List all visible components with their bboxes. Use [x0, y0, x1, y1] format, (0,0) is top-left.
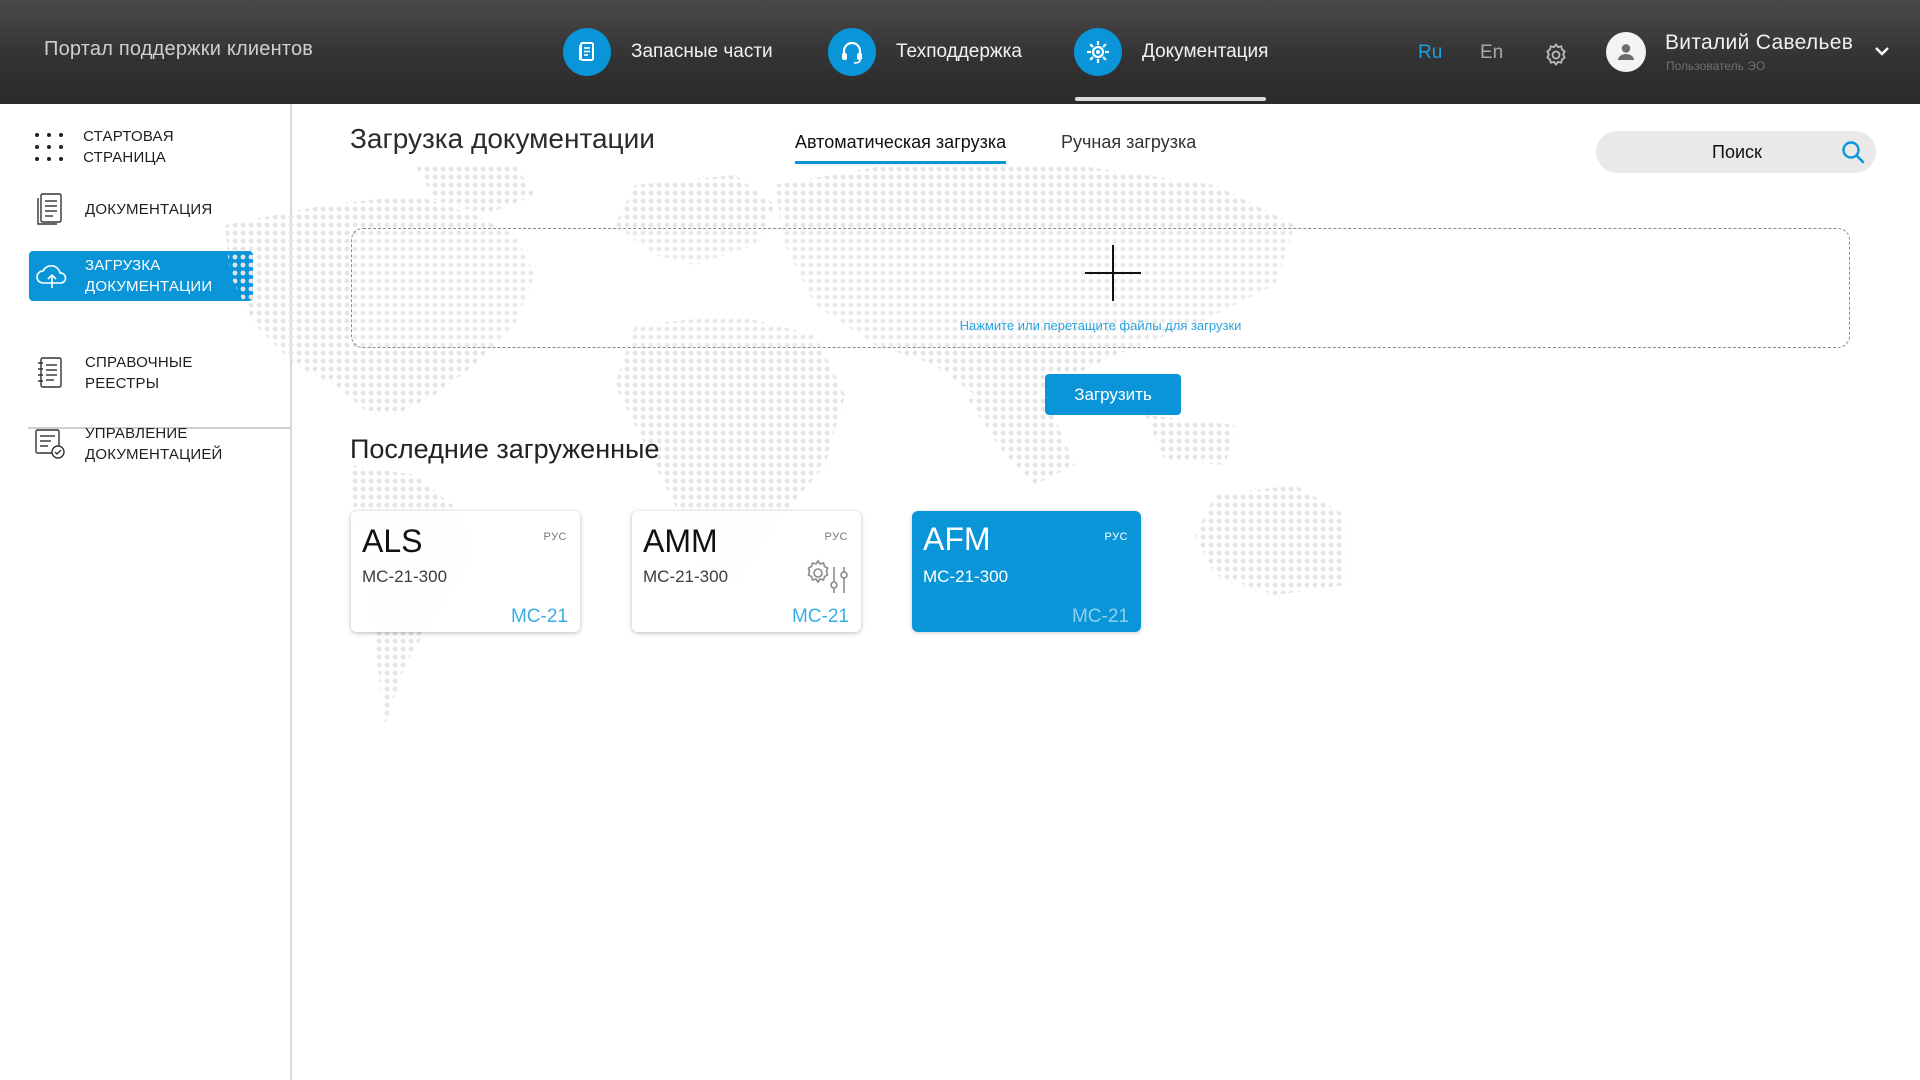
user-icon	[1618, 44, 1634, 60]
nav-spare-parts[interactable]: Запасные части	[563, 28, 773, 76]
sidebar-item-label: ДОКУМЕНТАЦИЯ	[85, 200, 213, 218]
document-card-als[interactable]: ALS РУС МС-21-300 МС-21	[351, 511, 580, 632]
nav-tech-support[interactable]: Техподдержка	[828, 28, 1022, 76]
sidebar-item-label: СТАРТОВАЯ СТРАНИЦА	[83, 128, 174, 166]
tab-manual-upload[interactable]: Ручная загрузка	[1061, 132, 1196, 153]
page-title: Загрузка документации	[350, 123, 655, 154]
active-nav-indicator	[1075, 97, 1266, 101]
document-icon	[563, 28, 611, 76]
user-role: Пользователь ЭО	[1666, 59, 1766, 73]
recent-uploads-title: Последние загруженные	[350, 434, 660, 464]
card-model: МС-21-300	[362, 567, 448, 586]
upload-button[interactable]: Загрузить	[1045, 374, 1181, 415]
nav-documentation-label: Документация	[1142, 41, 1269, 62]
card-family: МС-21	[510, 606, 568, 627]
settings-gear-icon[interactable]	[1543, 42, 1569, 68]
dropzone-hint: Нажмите или перетащите файлы для загрузк…	[959, 318, 1242, 333]
tab-automatic-upload[interactable]: Автоматическая загрузка	[795, 132, 1007, 164]
search-icon[interactable]	[1840, 139, 1866, 165]
gear-settings-icon	[807, 559, 848, 593]
registry-icon	[29, 352, 71, 394]
nav-documentation[interactable]: Документация	[1074, 28, 1268, 76]
card-family: МС-21	[1071, 606, 1129, 627]
card-family: МС-21	[791, 606, 849, 627]
doc-management-icon	[29, 423, 71, 465]
label-line-1: СПРАВОЧНЫЕ	[85, 354, 193, 371]
user-avatar[interactable]	[1606, 32, 1646, 72]
search-input[interactable]: Поиск	[1596, 131, 1876, 173]
card-language: РУС	[543, 531, 567, 543]
label-line-1: ЗАГРУЗКА	[85, 257, 161, 274]
label-line-2: ДОКУМЕНТАЦИЕЙ	[85, 446, 223, 463]
card-model: МС-21-300	[923, 567, 1009, 586]
label-line-1: УПРАВЛЕНИЕ	[85, 425, 188, 442]
headset-icon	[828, 28, 876, 76]
top-bar: Портал поддержки клиентов Запасные части…	[0, 0, 1920, 104]
document-card-afm[interactable]: AFM РУС МС-21-300 МС-21	[912, 511, 1141, 632]
card-model: МС-21-300	[643, 567, 729, 586]
lang-en[interactable]: En	[1480, 42, 1503, 64]
document-list-icon	[29, 188, 71, 230]
sidebar-item-label: УПРАВЛЕНИЕ ДОКУМЕНТАЦИЕЙ	[85, 423, 223, 465]
nav-spare-parts-label: Запасные части	[631, 41, 773, 62]
card-code: ALS	[362, 523, 423, 559]
plus-icon	[1085, 245, 1141, 301]
card-code: AMM	[643, 523, 718, 559]
gear-doc-icon	[1074, 28, 1122, 76]
label-line-2: ДОКУМЕНТАЦИИ	[85, 278, 213, 295]
sidebar-item-label: СПРАВОЧНЫЕ РЕЕСТРЫ	[85, 352, 193, 394]
card-code: AFM	[923, 521, 991, 557]
cloud-upload-icon	[31, 255, 73, 297]
label-line-2: РЕЕСТРЫ	[85, 375, 160, 392]
card-language: РУС	[824, 531, 848, 543]
sidebar-item-home[interactable]: СТАРТОВАЯ СТРАНИЦА	[29, 124, 253, 170]
file-dropzone[interactable]: Нажмите или перетащите файлы для загрузк…	[351, 228, 1850, 348]
grid-dots-icon	[29, 126, 69, 168]
chevron-down-icon[interactable]	[1873, 44, 1891, 58]
document-card-amm[interactable]: AMM РУС МС-21-300 МС-21	[632, 511, 861, 632]
search-label: Поиск	[1712, 142, 1762, 162]
lang-ru[interactable]: Ru	[1418, 42, 1442, 64]
card-language: РУС	[1104, 531, 1128, 543]
user-name[interactable]: Виталий Савельев	[1665, 31, 1853, 55]
portal-title: Портал поддержки клиентов	[44, 38, 314, 60]
nav-tech-support-label: Техподдержка	[896, 41, 1022, 62]
sidebar-item-label: ЗАГРУЗКА ДОКУМЕНТАЦИИ	[85, 255, 212, 297]
